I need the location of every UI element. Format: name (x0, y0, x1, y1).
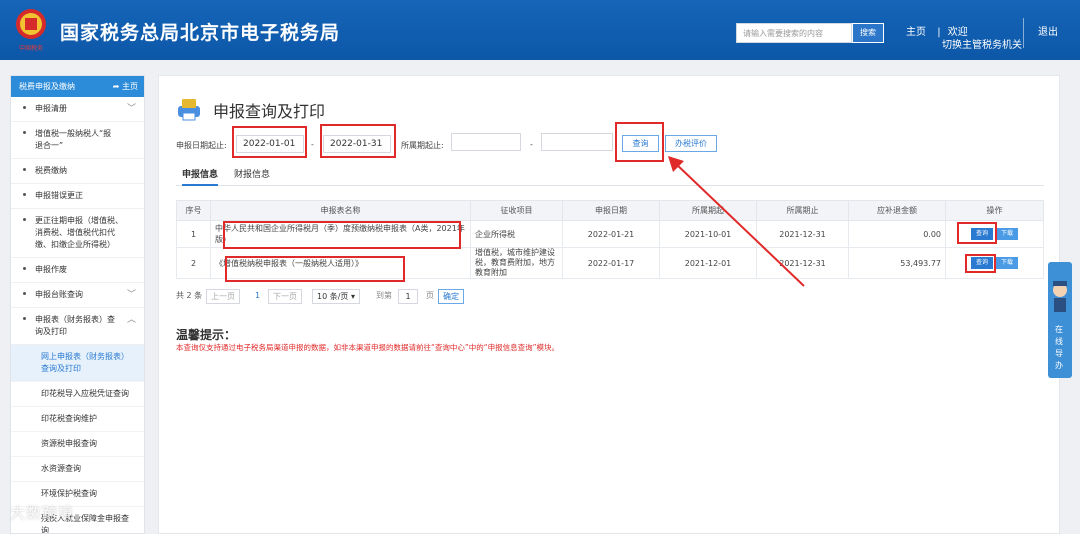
page-title: 申报查询及打印 (213, 102, 326, 121)
highlight-date-from (232, 126, 307, 158)
logo-text: 中国税务 (19, 44, 43, 52)
period-separator: - (530, 140, 533, 149)
header-divider (1023, 18, 1024, 48)
tip-text: 本查询仅支持通过电子税务局渠道申报的数据，如非本渠道申报的数据请前往“查询中心”… (176, 343, 560, 352)
sidebar-item-past-correction[interactable]: 更正往期申报（增值税、消费税、增值税代扣代缴、扣缴企业所得税） (11, 209, 144, 258)
col-date: 申报日期 (562, 200, 660, 221)
bullet-icon (23, 317, 26, 320)
sidebar-item-ledger[interactable]: 申报台账查询 ﹀ (11, 283, 144, 308)
pager-goto-input[interactable]: 1 (398, 289, 418, 304)
printer-icon (178, 99, 200, 121)
highlight-row1-name (223, 221, 461, 249)
site-title: 国家税务总局北京市电子税务局 (60, 22, 341, 44)
chevron-down-icon: ﹀ (126, 104, 136, 114)
period-to-input[interactable] (541, 133, 613, 151)
sidebar-item-void[interactable]: 申报作废 (11, 258, 144, 283)
sidebar-sub-water[interactable]: 水资源查询 (11, 457, 144, 482)
bullet-icon (23, 131, 26, 134)
highlight-row1-query (957, 222, 997, 244)
sidebar: 税费申报及缴纳 ➦ 主页 申报清册 ﹀ 增值税一般纳税人“报退合一” 税费缴纳 申… (10, 75, 145, 534)
row-no: 1 (176, 220, 211, 248)
sidebar-header: 税费申报及缴纳 ➦ 主页 (11, 76, 144, 97)
logout-link[interactable]: 退出 (1038, 23, 1058, 38)
row-download-button[interactable]: 下载 (996, 228, 1018, 240)
row-date: 2022-01-21 (562, 220, 660, 248)
search-input[interactable]: 请输入需要搜索的内容 (736, 23, 852, 43)
top-header: 中国税务 国家税务总局北京市电子税务局 请输入需要搜索的内容 搜索 主页 | 欢… (0, 0, 1080, 60)
row-date: 2022-01-17 (562, 247, 660, 279)
tax-emblem-icon: 中国税务 (16, 9, 46, 52)
sidebar-sub-stamp-import[interactable]: 印花税导入应税凭证查询 (11, 382, 144, 407)
sidebar-sub-online-report[interactable]: 网上申报表（财务报表）查询及打印 (11, 345, 144, 382)
bullet-icon (23, 218, 26, 221)
pager-next[interactable]: 下一页 (268, 289, 302, 304)
main-panel: 申报查询及打印 申报日期起止: 2022-01-01 - 2022-01-31 … (158, 75, 1060, 534)
red-arrow-annotation (668, 156, 805, 287)
row-item: 企业所得税 (470, 220, 563, 248)
search-button[interactable]: 搜索 (852, 23, 884, 43)
switch-authority-link[interactable]: 切换主管税务机关 (942, 36, 1022, 51)
tip-title: 温馨提示： (176, 328, 237, 342)
sidebar-sub-resource-tax[interactable]: 资源税申报查询 (11, 432, 144, 457)
bullet-icon (23, 193, 26, 196)
row-amount: 53,493.77 (848, 247, 946, 279)
sidebar-item-vat-refund[interactable]: 增值税一般纳税人“报退合一” (11, 122, 144, 159)
table-header-row: 序号 申报表名称 征收项目 申报日期 所属期起 所属期止 应补退金额 操作 (176, 200, 1044, 221)
sidebar-item-declaration-list[interactable]: 申报清册 ﹀ (11, 97, 144, 122)
watermark: 大数跨境 (10, 504, 75, 522)
page-size-select[interactable]: 10 条/页 ▾ (312, 289, 360, 304)
bullet-icon (23, 106, 26, 109)
col-amount: 应补退金额 (848, 200, 946, 221)
highlight-query-button (615, 122, 664, 162)
sidebar-item-error-correction[interactable]: 申报错误更正 (11, 184, 144, 209)
highlight-date-to (320, 124, 396, 158)
row-amount: 0.00 (848, 220, 946, 248)
highlight-row2-query (965, 254, 996, 273)
bullet-icon (23, 292, 26, 295)
sidebar-sub-stamp-maintain[interactable]: 印花税查询维护 (11, 407, 144, 432)
pager-total: 共 2 条 (176, 289, 203, 304)
bullet-icon (23, 267, 26, 270)
row-item: 增值税，城市维护建设税，教育费附加，地方教育附加 (470, 247, 563, 279)
tab-financial-info[interactable]: 财报信息 (234, 167, 270, 180)
chevron-up-icon: ︿ (126, 315, 136, 325)
back-arrow-icon: ➦ (112, 82, 120, 91)
sidebar-item-report-query[interactable]: 申报表（财务报表）查询及打印 ︿ (11, 308, 144, 345)
row-no: 2 (176, 247, 211, 279)
chevron-down-icon: ﹀ (126, 290, 136, 300)
pager-current[interactable]: 1 (251, 289, 265, 304)
col-no: 序号 (176, 200, 211, 221)
online-guide-label: 在线导办 (1055, 325, 1063, 370)
date-separator: - (311, 140, 314, 149)
col-actions: 操作 (945, 200, 1044, 221)
tab-declaration-info[interactable]: 申报信息 (182, 167, 219, 186)
tab-bar: 申报信息 财报信息 (176, 164, 1044, 186)
sidebar-home-link[interactable]: ➦ 主页 (113, 81, 138, 92)
assistant-avatar-icon (1053, 281, 1067, 312)
col-name: 申报表名称 (210, 200, 471, 221)
sidebar-item-tax-payment[interactable]: 税费缴纳 (11, 159, 144, 184)
home-link[interactable]: 主页 (906, 27, 926, 38)
col-item: 征收项目 (470, 200, 563, 221)
online-guide-widget[interactable]: 在线导办 (1048, 262, 1072, 378)
highlight-row2-name (225, 256, 405, 282)
tax-evaluation-button[interactable]: 办税评价 (665, 135, 717, 152)
pager-confirm-button[interactable]: 确定 (438, 289, 464, 304)
sidebar-title: 税费申报及缴纳 (19, 82, 75, 91)
declare-date-label: 申报日期起止: (176, 141, 227, 150)
period-label: 所属期起止: (401, 141, 444, 150)
chevron-down-icon: ▾ (350, 292, 355, 301)
pager-prev[interactable]: 上一页 (206, 289, 240, 304)
pager-page-unit: 页 (422, 289, 438, 304)
row-download-button[interactable]: 下载 (996, 257, 1018, 269)
period-from-input[interactable] (451, 133, 521, 151)
pager-goto-label: 到第 (372, 289, 396, 304)
bullet-icon (23, 168, 26, 171)
